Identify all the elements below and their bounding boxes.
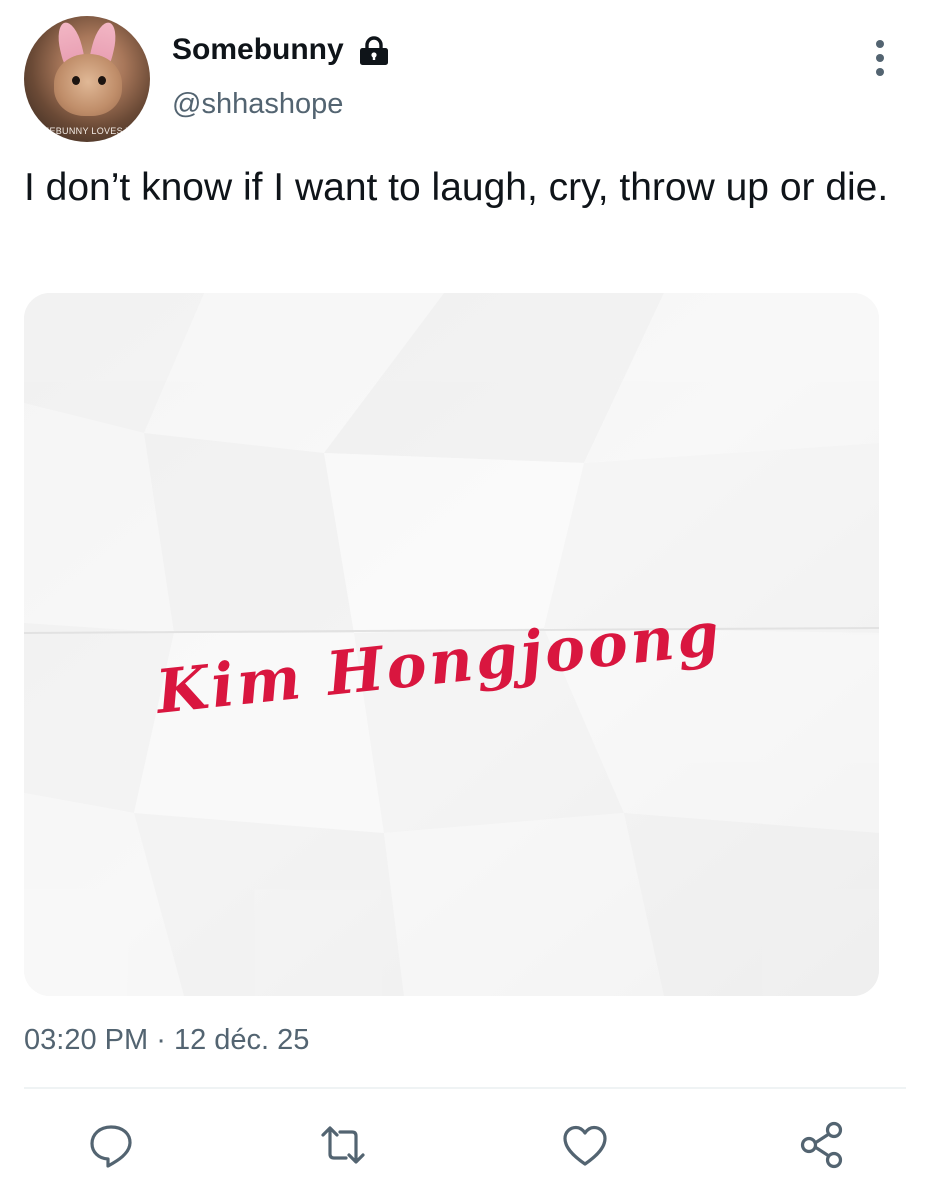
display-name[interactable]: Somebunny: [172, 32, 344, 68]
divider: [24, 1087, 906, 1089]
bunny-head: [54, 54, 122, 116]
retweet-icon: [321, 1126, 365, 1164]
more-dot: [876, 40, 884, 48]
more-options-icon[interactable]: [862, 38, 898, 78]
reply-button[interactable]: [86, 1120, 136, 1170]
bunny-eye-left: [72, 76, 80, 85]
avatar[interactable]: SOMEBUNNY LOVES YOU: [24, 16, 150, 142]
heart-icon: [563, 1125, 607, 1166]
tweet-date: 12 déc. 25: [173, 1024, 310, 1056]
like-button[interactable]: [560, 1120, 610, 1170]
comment-icon: [90, 1125, 132, 1168]
share-button[interactable]: [797, 1120, 847, 1170]
retweet-button[interactable]: [318, 1120, 368, 1170]
bunny-eye-right: [98, 76, 106, 85]
user-handle[interactable]: @shhashope: [172, 86, 343, 122]
more-dot: [876, 68, 884, 76]
avatar-caption: SOMEBUNNY LOVES YOU: [28, 126, 146, 136]
tweet-time: 03:20 PM: [24, 1024, 149, 1056]
more-dot: [876, 54, 884, 62]
tweet-image[interactable]: Kim Hongjoong: [24, 293, 879, 996]
tweet-text: I don’t know if I want to laugh, cry, th…: [24, 166, 889, 209]
timestamp-separator: ·: [156, 1024, 166, 1056]
lock-icon: [356, 36, 392, 66]
share-icon: [800, 1121, 843, 1169]
tweet-timestamp[interactable]: 03:20 PM · 12 déc. 25: [24, 1022, 309, 1058]
